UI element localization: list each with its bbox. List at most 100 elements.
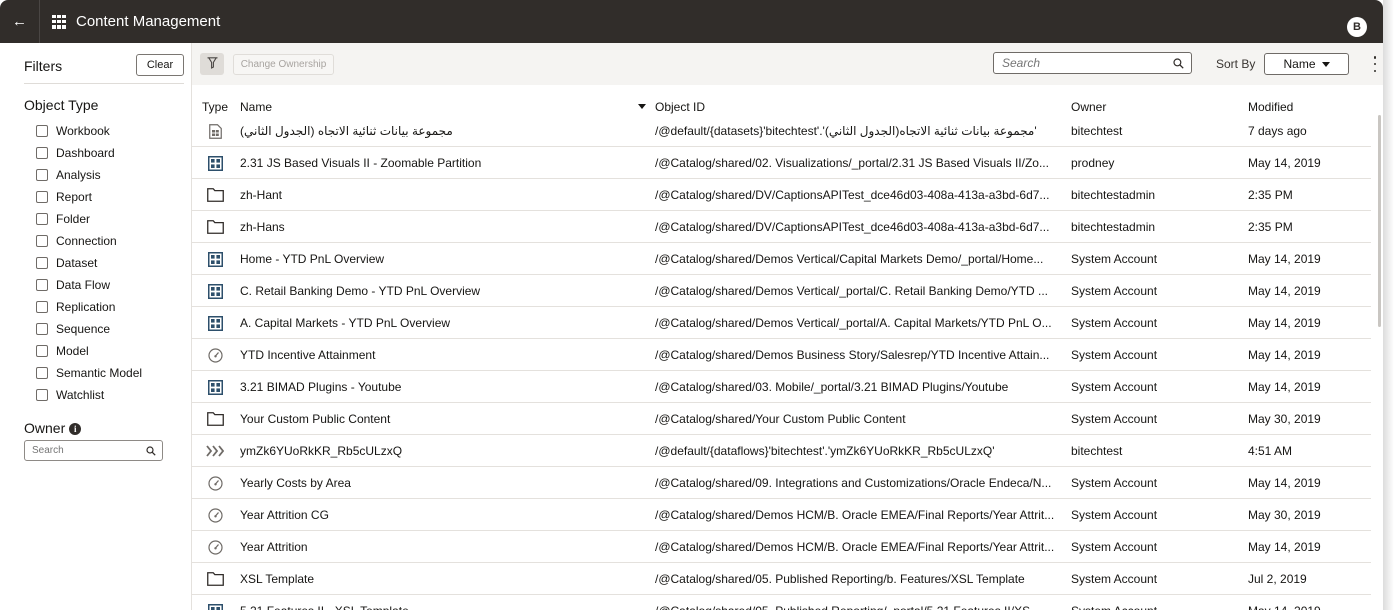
info-icon[interactable]: i <box>69 423 82 436</box>
table-row[interactable]: XSL Template /@Catalog/shared/05. Publish… <box>192 563 1371 595</box>
checkbox[interactable] <box>36 257 48 269</box>
object-type-option[interactable]: Report <box>36 186 142 208</box>
table-row[interactable]: 5.21 Features II - XSL Template /@Catalog… <box>192 595 1371 610</box>
row-object-id: /@default/{datasets}'bitechtest'.'(الجدو… <box>655 124 1037 138</box>
object-type-option[interactable]: Folder <box>36 208 142 230</box>
column-header-object-id[interactable]: Object ID <box>655 100 705 114</box>
main-search-input[interactable] <box>994 53 1164 73</box>
object-type-option[interactable]: Dataset <box>36 252 142 274</box>
chevron-down-icon <box>1321 61 1330 67</box>
row-name[interactable]: Yearly Costs by Area <box>240 467 640 499</box>
row-name[interactable]: 3.21 BIMAD Plugins - Youtube <box>240 371 640 403</box>
object-type-option[interactable]: Sequence <box>36 318 142 340</box>
checkbox[interactable] <box>36 147 48 159</box>
row-name[interactable]: ymZk6YUoRkKR_Rb5cULzxQ <box>240 435 640 467</box>
row-object-id: /@Catalog/shared/02. Visualizations/_por… <box>655 156 1049 170</box>
table-row[interactable]: YTD Incentive Attainment /@Catalog/shared… <box>192 339 1371 371</box>
checkbox[interactable] <box>36 279 48 291</box>
table-row[interactable]: C. Retail Banking Demo - YTD PnL Overvie… <box>192 275 1371 307</box>
checkbox[interactable] <box>36 367 48 379</box>
sort-value: Name <box>1283 57 1316 71</box>
sort-descending-icon[interactable] <box>638 104 646 109</box>
object-type-label: Watchlist <box>56 388 105 402</box>
row-name[interactable]: Home - YTD PnL Overview <box>240 243 640 275</box>
row-name[interactable]: YTD Incentive Attainment <box>240 339 640 371</box>
row-name[interactable]: A. Capital Markets - YTD PnL Overview <box>240 307 640 339</box>
checkbox[interactable] <box>36 213 48 225</box>
object-type-option[interactable]: Replication <box>36 296 142 318</box>
row-object-id: /@Catalog/shared/09. Integrations and Cu… <box>655 476 1052 490</box>
more-options-icon[interactable] <box>1372 56 1378 72</box>
table-row[interactable]: مجموعة بيانات ثنائية الاتجاه (الجدول الث… <box>192 119 1371 147</box>
checkbox[interactable] <box>36 125 48 137</box>
row-modified: May 30, 2019 <box>1248 412 1321 426</box>
table-row[interactable]: zh-Hant /@Catalog/shared/DV/CaptionsAPITe… <box>192 179 1371 211</box>
object-type-option[interactable]: Model <box>36 340 142 362</box>
table-row[interactable]: Year Attrition CG /@Catalog/shared/Demos … <box>192 499 1371 531</box>
row-name[interactable]: 5.21 Features II - XSL Template <box>240 595 640 610</box>
object-type-option[interactable]: Connection <box>36 230 142 252</box>
object-type-option[interactable]: Dashboard <box>36 142 142 164</box>
table-row[interactable]: A. Capital Markets - YTD PnL Overview /@C… <box>192 307 1371 339</box>
back-button[interactable]: ← <box>0 0 40 43</box>
change-ownership-button[interactable]: Change Ownership <box>233 54 334 75</box>
table-row[interactable]: Year Attrition /@Catalog/shared/Demos HCM… <box>192 531 1371 563</box>
checkbox[interactable] <box>36 191 48 203</box>
table-row[interactable]: Home - YTD PnL Overview /@Catalog/shared/… <box>192 243 1371 275</box>
table-row[interactable]: 2.31 JS Based Visuals II - Zoomable Part… <box>192 147 1371 179</box>
filter-toggle-button[interactable] <box>200 53 224 75</box>
row-owner: System Account <box>1071 412 1158 426</box>
vertical-scrollbar[interactable] <box>1378 115 1381 327</box>
workbook-icon <box>205 371 225 403</box>
checkbox[interactable] <box>36 235 48 247</box>
folder-icon <box>205 211 225 243</box>
row-object-id: /@Catalog/shared/05. Published Reporting… <box>655 572 1025 586</box>
object-type-option[interactable]: Workbook <box>36 120 142 142</box>
row-name[interactable]: Your Custom Public Content <box>240 403 640 435</box>
title-bar: ← Content Management B <box>0 0 1383 43</box>
row-name[interactable]: Year Attrition <box>240 531 640 563</box>
row-object-id: /@Catalog/shared/Demos Vertical/_portal/… <box>655 316 1052 330</box>
row-owner: bitechtest <box>1071 444 1123 458</box>
row-name[interactable]: zh-Hant <box>240 179 640 211</box>
row-owner: System Account <box>1071 476 1158 490</box>
table-row[interactable]: Yearly Costs by Area /@Catalog/shared/09.… <box>192 467 1371 499</box>
row-owner: bitechtest <box>1071 124 1123 138</box>
row-name[interactable]: Year Attrition CG <box>240 499 640 531</box>
filters-title: Filters <box>24 58 63 74</box>
table-row[interactable]: 3.21 BIMAD Plugins - Youtube /@Catalog/sh… <box>192 371 1371 403</box>
user-avatar[interactable]: B <box>1347 17 1367 37</box>
object-type-option[interactable]: Data Flow <box>36 274 142 296</box>
checkbox[interactable] <box>36 169 48 181</box>
row-name[interactable]: 2.31 JS Based Visuals II - Zoomable Part… <box>240 147 640 179</box>
row-name[interactable]: zh-Hans <box>240 211 640 243</box>
table-row[interactable]: ymZk6YUoRkKR_Rb5cULzxQ /@default/{dataflo… <box>192 435 1371 467</box>
table-row[interactable]: Your Custom Public Content /@Catalog/shar… <box>192 403 1371 435</box>
checkbox[interactable] <box>36 323 48 335</box>
column-header-name[interactable]: Name <box>240 100 272 114</box>
column-header-modified[interactable]: Modified <box>1248 100 1293 114</box>
column-header-type[interactable]: Type <box>202 100 228 114</box>
row-name[interactable]: C. Retail Banking Demo - YTD PnL Overvie… <box>240 275 640 307</box>
object-type-option[interactable]: Watchlist <box>36 384 142 406</box>
search-icon[interactable] <box>1173 58 1184 72</box>
owner-search-input[interactable] <box>25 441 140 460</box>
column-header-owner[interactable]: Owner <box>1071 100 1106 114</box>
object-type-option[interactable]: Analysis <box>36 164 142 186</box>
row-modified: May 14, 2019 <box>1248 252 1321 266</box>
folder-icon <box>205 403 225 435</box>
checkbox[interactable] <box>36 301 48 313</box>
content-management-window: ← Content Management B Filters Clear Obj… <box>0 0 1383 610</box>
row-name[interactable]: XSL Template <box>240 563 640 595</box>
checkbox[interactable] <box>36 389 48 401</box>
object-type-option[interactable]: Semantic Model <box>36 362 142 384</box>
row-name[interactable]: مجموعة بيانات ثنائية الاتجاه (الجدول الث… <box>240 119 640 143</box>
analysis-icon <box>205 467 225 499</box>
owner-title: Owner <box>24 420 66 436</box>
search-icon[interactable] <box>146 445 156 459</box>
row-object-id: /@Catalog/shared/Your Custom Public Cont… <box>655 412 906 426</box>
sort-by-select[interactable]: Name <box>1264 53 1349 75</box>
checkbox[interactable] <box>36 345 48 357</box>
table-row[interactable]: zh-Hans /@Catalog/shared/DV/CaptionsAPITe… <box>192 211 1371 243</box>
clear-filters-button[interactable]: Clear <box>136 54 184 76</box>
